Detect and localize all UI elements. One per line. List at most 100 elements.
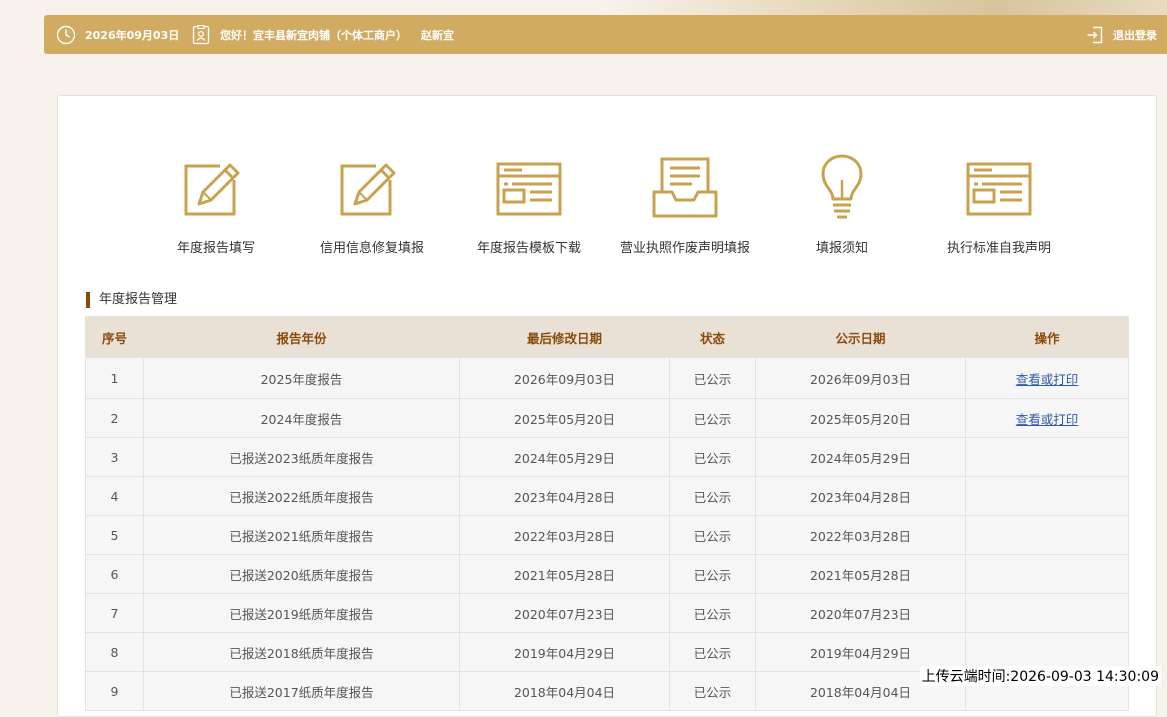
table-row: 2 2024年度报告 2025年05月20日 已公示 2025年05月20日 查… xyxy=(85,398,1129,438)
last-modified-date: 2025年05月20日 xyxy=(459,398,670,438)
report-year: 已报送2022纸质年度报告 xyxy=(143,476,460,516)
view-or-print-link[interactable]: 查看或打印 xyxy=(1016,372,1079,387)
view-or-print-link[interactable]: 查看或打印 xyxy=(1016,412,1079,427)
operation-cell: 查看或打印 xyxy=(965,398,1129,438)
lightbulb-icon xyxy=(807,154,877,224)
function-label: 年度报告填写 xyxy=(176,241,255,256)
last-modified-date: 2020年07月23日 xyxy=(459,593,670,633)
row-index: 3 xyxy=(85,437,144,477)
last-modified-date: 2019年04月29日 xyxy=(459,632,670,672)
report-year: 已报送2021纸质年度报告 xyxy=(143,515,460,555)
function-standard-self-declaration[interactable]: 执行标准自我声明 xyxy=(919,154,1079,256)
template-document-icon xyxy=(964,154,1034,224)
clock-icon xyxy=(56,25,76,45)
row-index: 1 xyxy=(85,357,144,399)
last-modified-date: 2026年09月03日 xyxy=(459,357,670,399)
row-index: 2 xyxy=(85,398,144,438)
function-label: 信用信息修复填报 xyxy=(319,241,424,256)
row-index: 6 xyxy=(85,554,144,594)
operation-cell xyxy=(965,554,1129,594)
operation-cell xyxy=(965,476,1129,516)
operation-cell: 查看或打印 xyxy=(965,357,1129,399)
status: 已公示 xyxy=(669,671,756,711)
last-modified-date: 2018年04月04日 xyxy=(459,671,670,711)
status: 已公示 xyxy=(669,515,756,555)
column-header: 公示日期 xyxy=(755,316,966,358)
section-title: 年度报告管理 xyxy=(86,292,177,308)
function-filing-notice[interactable]: 填报须知 xyxy=(762,154,922,256)
logout-button[interactable]: 退出登录 xyxy=(1085,15,1157,54)
annual-report-table: 序号 报告年份 最后修改日期 状态 公示日期 操作 1 2025年度报告 202… xyxy=(85,316,1129,711)
greeting-area: 您好！宜丰县新宜肉铺（个体工商户） 赵新宜 xyxy=(191,15,454,54)
template-document-icon xyxy=(494,154,564,224)
table-header-row: 序号 报告年份 最后修改日期 状态 公示日期 操作 xyxy=(85,316,1129,358)
status: 已公示 xyxy=(669,398,756,438)
function-label: 执行标准自我声明 xyxy=(946,241,1051,256)
function-label: 年度报告模板下载 xyxy=(476,241,581,256)
last-modified-date: 2021年05月28日 xyxy=(459,554,670,594)
table-row: 4 已报送2022纸质年度报告 2023年04月28日 已公示 2023年04月… xyxy=(85,476,1129,516)
report-year: 已报送2020纸质年度报告 xyxy=(143,554,460,594)
column-header: 序号 xyxy=(85,316,144,358)
column-header: 报告年份 xyxy=(143,316,460,358)
greeting-text: 您好！宜丰县新宜肉铺（个体工商户） xyxy=(220,28,407,42)
publish-date: 2022年03月28日 xyxy=(755,515,966,555)
report-year: 2025年度报告 xyxy=(143,357,460,399)
report-year: 已报送2023纸质年度报告 xyxy=(143,437,460,477)
table-row: 7 已报送2019纸质年度报告 2020年07月23日 已公示 2020年07月… xyxy=(85,593,1129,633)
status: 已公示 xyxy=(669,437,756,477)
last-modified-date: 2023年04月28日 xyxy=(459,476,670,516)
function-label: 填报须知 xyxy=(815,241,868,256)
user-name: 赵新宜 xyxy=(421,28,454,42)
table-row: 5 已报送2021纸质年度报告 2022年03月28日 已公示 2022年03月… xyxy=(85,515,1129,555)
publish-date: 2026年09月03日 xyxy=(755,357,966,399)
report-year: 已报送2019纸质年度报告 xyxy=(143,593,460,633)
document-tray-icon xyxy=(650,154,720,224)
top-decoration xyxy=(600,0,1167,16)
status: 已公示 xyxy=(669,357,756,399)
main-panel: 年度报告填写 信用信息修复填报 年度报告模板下载 营业执照作废声明填报 填报须知… xyxy=(57,95,1157,717)
table-row: 3 已报送2023纸质年度报告 2024年05月29日 已公示 2024年05月… xyxy=(85,437,1129,477)
publish-date: 2025年05月20日 xyxy=(755,398,966,438)
publish-date: 2024年05月29日 xyxy=(755,437,966,477)
status: 已公示 xyxy=(669,476,756,516)
operation-cell xyxy=(965,515,1129,555)
pencil-edit-icon xyxy=(181,154,251,224)
report-year: 已报送2017纸质年度报告 xyxy=(143,671,460,711)
last-modified-date: 2024年05月29日 xyxy=(459,437,670,477)
report-year: 2024年度报告 xyxy=(143,398,460,438)
row-index: 5 xyxy=(85,515,144,555)
column-header: 操作 xyxy=(965,316,1129,358)
logout-label: 退出登录 xyxy=(1113,28,1157,42)
row-index: 9 xyxy=(85,671,144,711)
row-index: 4 xyxy=(85,476,144,516)
row-index: 7 xyxy=(85,593,144,633)
table-row: 6 已报送2020纸质年度报告 2021年05月28日 已公示 2021年05月… xyxy=(85,554,1129,594)
publish-date: 2020年07月23日 xyxy=(755,593,966,633)
function-license-void-declaration[interactable]: 营业执照作废声明填报 xyxy=(605,154,765,256)
row-index: 8 xyxy=(85,632,144,672)
date-area: 2026年09月03日 xyxy=(56,15,179,54)
top-bar: 2026年09月03日 您好！宜丰县新宜肉铺（个体工商户） 赵新宜 退出登录 xyxy=(44,15,1167,54)
function-annual-report-fill[interactable]: 年度报告填写 xyxy=(136,154,296,256)
column-header: 最后修改日期 xyxy=(459,316,670,358)
current-date: 2026年09月03日 xyxy=(85,28,180,42)
status: 已公示 xyxy=(669,632,756,672)
function-label: 营业执照作废声明填报 xyxy=(619,241,750,256)
pencil-edit-icon xyxy=(337,154,407,224)
operation-cell xyxy=(965,593,1129,633)
publish-date: 2021年05月28日 xyxy=(755,554,966,594)
publish-date: 2023年04月28日 xyxy=(755,476,966,516)
logout-icon xyxy=(1085,25,1105,45)
user-badge-icon xyxy=(191,24,211,45)
upload-timestamp: 上传云端时间:2026-09-03 14:30:09 xyxy=(919,666,1161,686)
column-header: 状态 xyxy=(669,316,756,358)
status: 已公示 xyxy=(669,554,756,594)
table-row: 1 2025年度报告 2026年09月03日 已公示 2026年09月03日 查… xyxy=(85,357,1129,399)
status: 已公示 xyxy=(669,593,756,633)
function-credit-repair[interactable]: 信用信息修复填报 xyxy=(292,154,452,256)
function-template-download[interactable]: 年度报告模板下载 xyxy=(449,154,609,256)
report-year: 已报送2018纸质年度报告 xyxy=(143,632,460,672)
operation-cell xyxy=(965,437,1129,477)
last-modified-date: 2022年03月28日 xyxy=(459,515,670,555)
